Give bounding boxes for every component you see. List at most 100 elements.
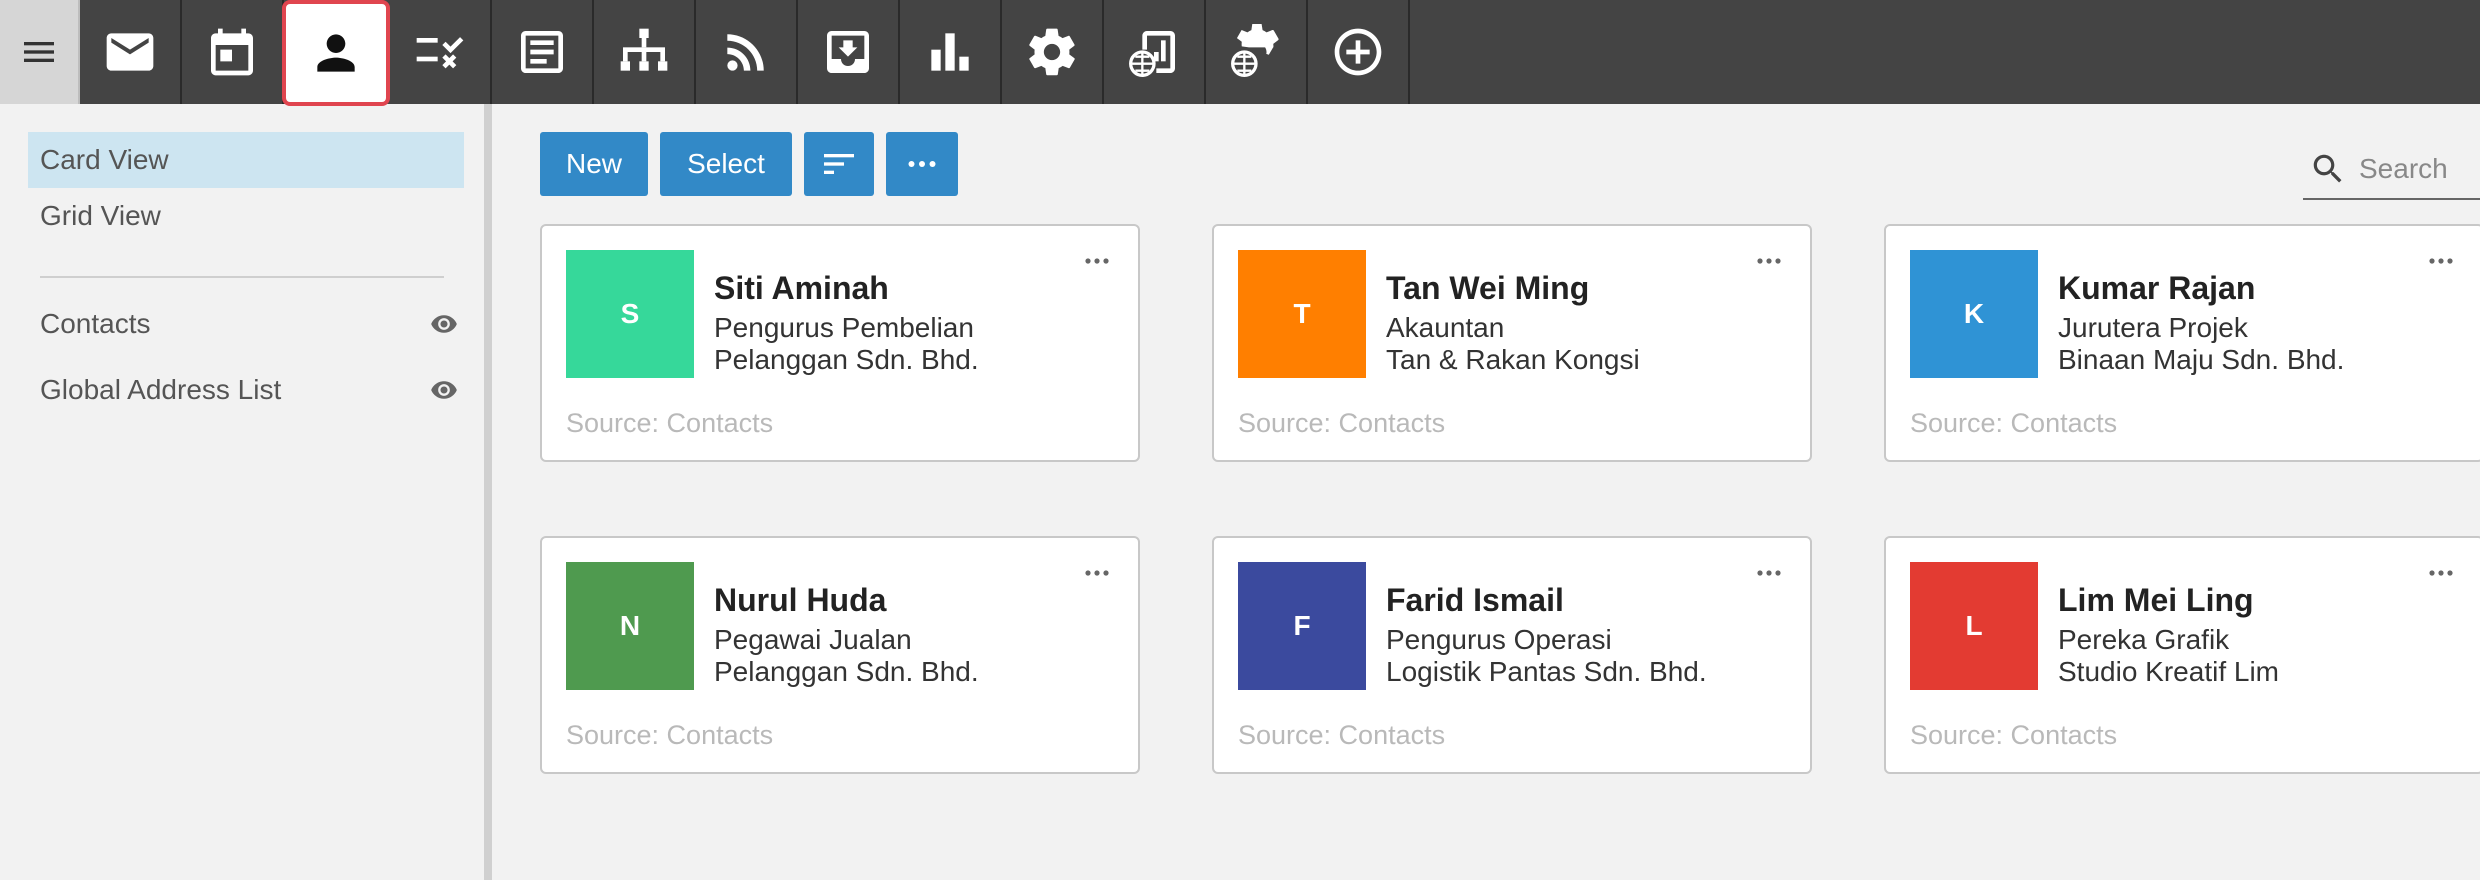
tasks-icon	[416, 37, 464, 69]
eye-icon[interactable]	[428, 376, 460, 404]
global-settings-button[interactable]	[1206, 0, 1308, 104]
sidebar-item-card-view[interactable]: Card View	[28, 132, 464, 188]
more-horizontal-icon	[2429, 570, 2453, 576]
contact-title: Pengurus Pembelian	[714, 312, 974, 343]
avatar: T	[1238, 250, 1366, 378]
card-more-button[interactable]	[2426, 566, 2456, 578]
contact-source: Source: Contacts	[1910, 720, 2118, 750]
contact-card[interactable]: S Siti Aminah Pengurus Pembelian Pelanggan …	[540, 224, 1140, 462]
contact-company: Pelanggan Sdn. Bhd.	[714, 656, 979, 687]
contact-source: Source: Contacts	[1910, 408, 2118, 438]
more-horizontal-icon	[1757, 258, 1781, 264]
contact-title: Akauntan	[1386, 312, 1505, 343]
new-button-label: New	[565, 148, 622, 179]
rss-icon	[727, 34, 764, 71]
bar-chart-button[interactable]	[900, 0, 1002, 104]
rss-button[interactable]	[696, 0, 798, 104]
contact-card[interactable]: N Nurul Huda Pegawai Jualan Pelanggan Sdn. …	[540, 536, 1140, 774]
sidebar-divider	[40, 276, 444, 278]
more-horizontal-icon	[1085, 258, 1109, 264]
avatar: F	[1238, 562, 1366, 690]
contact-name: Farid Ismail	[1386, 582, 1564, 618]
sidebar-item-label: Global Address List	[40, 374, 282, 405]
menu-button[interactable]	[0, 0, 80, 104]
contact-title: Jurutera Projek	[2058, 312, 2248, 343]
contact-source: Source: Contacts	[566, 408, 774, 438]
contact-name: Siti Aminah	[714, 270, 889, 306]
mail-button[interactable]	[80, 0, 182, 104]
card-more-button[interactable]	[2426, 254, 2456, 266]
more-options-button[interactable]	[886, 132, 958, 196]
contact-name: Lim Mei Ling	[2058, 582, 2254, 618]
global-report-button[interactable]	[1104, 0, 1206, 104]
notes-icon	[521, 31, 563, 73]
contact-title: Pereka Grafik	[2058, 624, 2230, 655]
avatar: L	[1910, 562, 2038, 690]
mail-icon	[106, 33, 154, 71]
more-horizontal-icon	[2429, 258, 2453, 264]
inbox-download-icon	[827, 31, 869, 73]
avatar: K	[1910, 250, 2038, 378]
contact-card[interactable]: K Kumar Rajan Jurutera Projek Binaan Maju S…	[1884, 224, 2480, 462]
top-toolbar	[0, 0, 2480, 106]
contact-name: Tan Wei Ming	[1386, 270, 1590, 306]
avatar: S	[566, 250, 694, 378]
calendar-button[interactable]	[182, 0, 284, 104]
search-box	[2303, 140, 2480, 200]
contact-name: Nurul Huda	[714, 582, 887, 618]
sidebar-item-contacts[interactable]: Contacts	[28, 296, 464, 352]
calendar-icon	[211, 28, 253, 76]
new-button[interactable]: New	[540, 132, 648, 196]
notes-button[interactable]	[492, 0, 594, 104]
contact-card[interactable]: T Tan Wei Ming Akauntan Tan & Rakan Kongsi S…	[1212, 224, 1812, 462]
more-horizontal-icon	[908, 161, 936, 167]
contacts-icon	[317, 34, 355, 72]
inbox-download-button[interactable]	[798, 0, 900, 104]
contact-title: Pegawai Jualan	[714, 624, 912, 655]
org-chart-icon	[620, 28, 668, 71]
menu-icon	[24, 42, 54, 62]
contact-card[interactable]: F Farid Ismail Pengurus Operasi Logistik Pa…	[1212, 536, 1812, 774]
card-more-button[interactable]	[1754, 566, 1784, 578]
sort-button[interactable]	[804, 132, 874, 196]
contact-card[interactable]: L Lim Mei Ling Pereka Grafik Studio Kreatif…	[1884, 536, 2480, 774]
more-horizontal-icon	[1085, 570, 1109, 576]
org-chart-button[interactable]	[594, 0, 696, 104]
search-input[interactable]	[2359, 153, 2479, 185]
add-button[interactable]	[1308, 0, 1410, 104]
contact-company: Binaan Maju Sdn. Bhd.	[2058, 344, 2345, 375]
sidebar-item-grid-view[interactable]: Grid View	[28, 188, 464, 244]
more-horizontal-icon	[1757, 570, 1781, 576]
global-settings-icon	[1231, 24, 1279, 77]
bar-chart-icon	[931, 33, 969, 71]
select-button-label: Select	[687, 148, 765, 179]
contact-source: Source: Contacts	[1238, 720, 1446, 750]
contact-source: Source: Contacts	[566, 720, 774, 750]
contact-company: Tan & Rakan Kongsi	[1386, 344, 1640, 375]
card-more-button[interactable]	[1082, 566, 1112, 578]
main-content: New Select S Siti Aminah Pengurus Pembelia…	[500, 104, 2480, 880]
contact-source: Source: Contacts	[1238, 408, 1446, 438]
contact-company: Pelanggan Sdn. Bhd.	[714, 344, 979, 375]
avatar: N	[566, 562, 694, 690]
contact-title: Pengurus Operasi	[1386, 624, 1612, 655]
sort-icon	[824, 154, 854, 174]
sidebar-item-global-address-list[interactable]: Global Address List	[28, 362, 464, 418]
contact-company: Logistik Pantas Sdn. Bhd.	[1386, 656, 1707, 687]
card-more-button[interactable]	[1082, 254, 1112, 266]
global-report-icon	[1129, 31, 1175, 77]
sidebar-item-label: Contacts	[40, 308, 151, 339]
sidebar: Card View Grid View Contacts Global Addr…	[0, 104, 492, 880]
contact-company: Studio Kreatif Lim	[2058, 656, 2279, 687]
add-circle-icon	[1334, 28, 1382, 76]
contact-name: Kumar Rajan	[2058, 270, 2256, 306]
settings-button[interactable]	[1002, 0, 1104, 104]
card-more-button[interactable]	[1754, 254, 1784, 266]
eye-icon[interactable]	[428, 310, 460, 338]
tasks-button[interactable]	[390, 0, 492, 104]
search-icon	[2313, 154, 2342, 183]
sidebar-item-label: Grid View	[40, 200, 161, 231]
select-button[interactable]: Select	[660, 132, 792, 196]
contacts-button[interactable]	[282, 0, 390, 106]
sidebar-item-label: Card View	[40, 144, 169, 175]
